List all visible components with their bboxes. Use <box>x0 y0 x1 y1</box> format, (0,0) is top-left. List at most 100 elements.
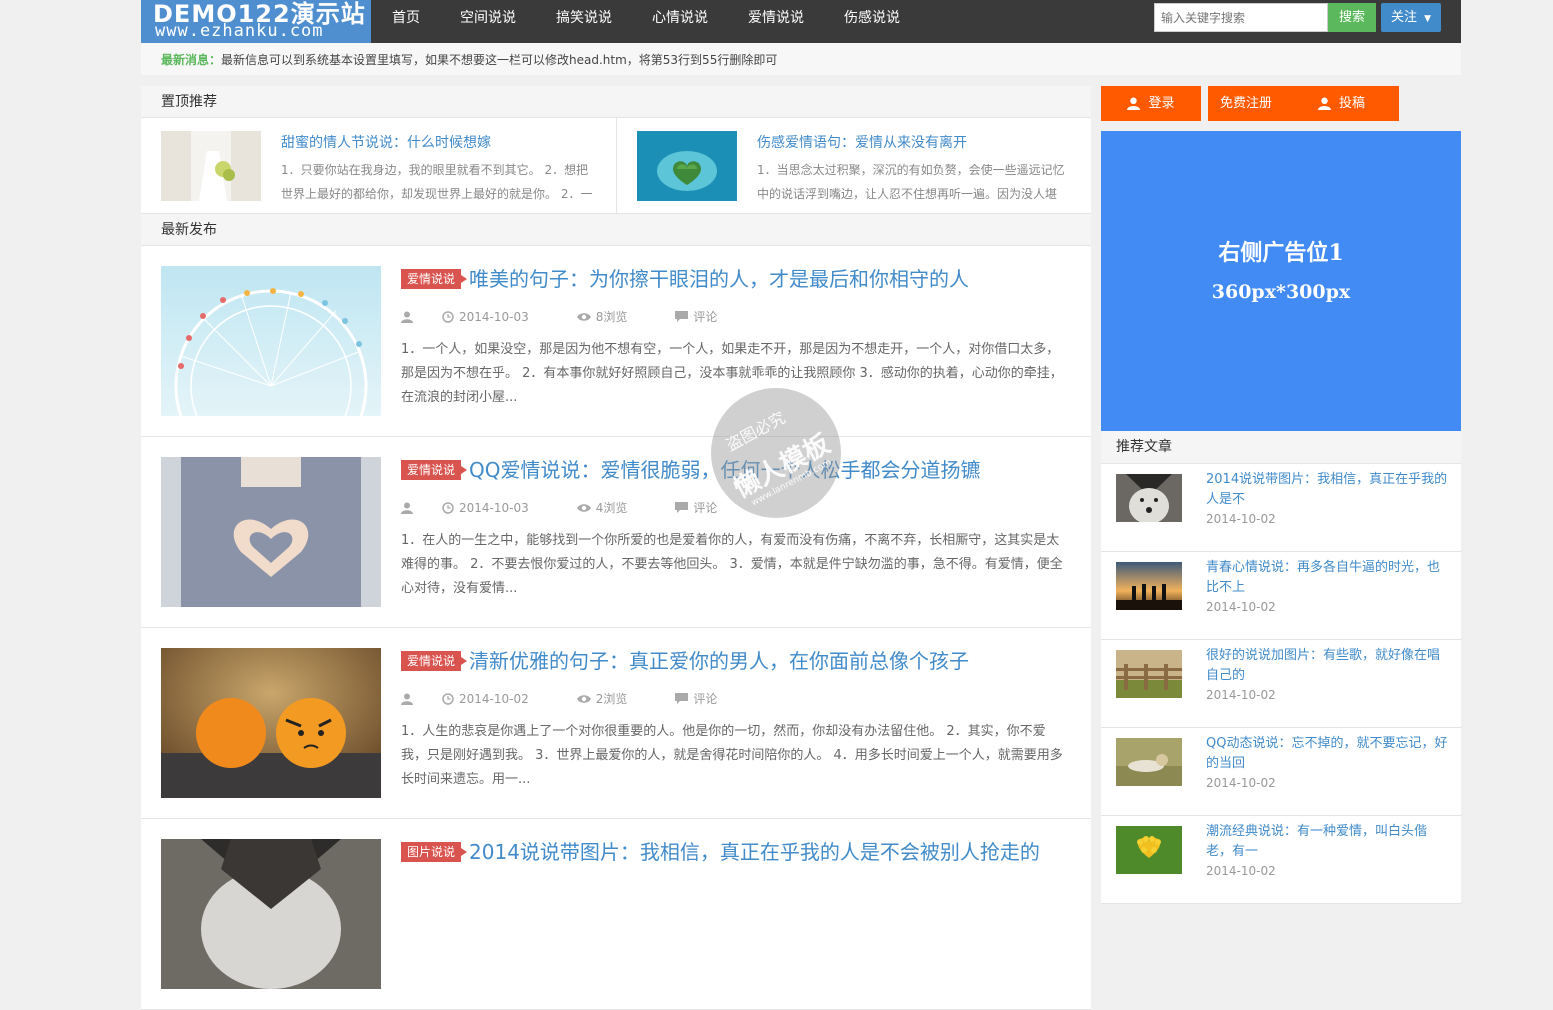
site-logo[interactable]: DEMO122演示站 www.ezhanku.com <box>141 0 371 43</box>
ad-title: 右侧广告位1 <box>1218 240 1344 266</box>
main-nav: 首页 空间说说 搞笑说说 心情说说 爱情说说 伤感说说 <box>371 0 920 43</box>
latest-posts-title: 最新发布 <box>141 214 1091 246</box>
recommended-item: 青春心情说说：再多各自牛逼的时光，也比不上 2014-10-02 <box>1101 552 1461 640</box>
recommended-item-date: 2014-10-02 <box>1206 512 1276 526</box>
post-thumbnail[interactable] <box>161 839 381 989</box>
article-thumbnail[interactable] <box>1116 738 1182 786</box>
sidebar-ad-slot[interactable]: 右侧广告位1 360px*300px <box>1101 131 1461 431</box>
main-column: 置顶推荐 甜蜜的情人节说说：什么时候想嫁 1．只要你站在我身边，我的眼里就看不到… <box>141 86 1091 1010</box>
top-recommend-item-title[interactable]: 伤感爱情语句：爱情从来没有离开 <box>757 132 967 152</box>
post-date: 2014-10-03 <box>459 500 529 515</box>
article-thumbnail[interactable] <box>1116 826 1182 874</box>
top-recommend-title: 置顶推荐 <box>141 86 1091 118</box>
comments-meta[interactable]: 评论 <box>675 308 741 325</box>
post-header: 爱情说说 清新优雅的句子：真正爱你的男人，在你面前总像个孩子 <box>401 648 1071 675</box>
nav-home[interactable]: 首页 <box>371 0 440 43</box>
register-label: 免费注册 <box>1219 96 1272 111</box>
post-title[interactable]: 2014说说带图片：我相信，真正在乎我的人是不会被别人抢走的 <box>469 840 1040 864</box>
eye-icon <box>576 312 591 321</box>
search-input[interactable] <box>1154 3 1328 32</box>
date-meta: 2014-10-03 <box>442 501 553 515</box>
eye-icon <box>576 694 591 703</box>
post-thumbnail[interactable] <box>161 648 381 798</box>
nav-funny[interactable]: 搞笑说说 <box>536 0 632 43</box>
post-category-tag[interactable]: 爱情说说 <box>401 460 468 480</box>
follow-button[interactable]: 关注 ▼ <box>1381 3 1441 32</box>
post-item: 图片说说 2014说说带图片：我相信，真正在乎我的人是不会被别人抢走的 <box>141 819 1091 1010</box>
top-recommend-item-title[interactable]: 甜蜜的情人节说说：什么时候想嫁 <box>281 132 491 152</box>
recommended-item-title[interactable]: 青春心情说说：再多各自牛逼的时光，也比不上 <box>1206 558 1451 598</box>
post-item: 爱情说说 唯美的句子：为你擦干眼泪的人，才是最后和你相守的人 2014-10-03… <box>141 246 1091 437</box>
nav-space[interactable]: 空间说说 <box>440 0 536 43</box>
auth-buttons: 登录 免费注册 投稿 <box>1101 86 1461 121</box>
author-meta[interactable] <box>401 311 418 323</box>
post-excerpt: 1．人生的悲哀是你遇上了一个对你很重要的人。他是你的一切，然而，你却没有办法留住… <box>401 724 1063 787</box>
post-comments: 评论 <box>693 501 718 515</box>
register-button[interactable]: 免费注册 <box>1208 86 1284 121</box>
logo-url: www.ezhanku.com <box>155 21 324 41</box>
recommended-item-title[interactable]: 很好的说说加图片：有些歌，就好像在唱自己的 <box>1206 646 1451 686</box>
nav-love[interactable]: 爱情说说 <box>728 0 824 43</box>
views-meta: 4浏览 <box>576 499 652 516</box>
user-icon <box>401 693 413 705</box>
nav-mood[interactable]: 心情说说 <box>632 0 728 43</box>
post-views: 2浏览 <box>595 692 628 706</box>
watermark-badge: 盗图必究 懒人模板 www.lanrenmb.com <box>711 388 841 518</box>
top-recommend-item: 伤感爱情语句：爱情从来没有离开 1．当思念太过积聚，深沉的有如负赘，会使一些遥远… <box>616 118 1091 214</box>
date-meta: 2014-10-02 <box>442 692 553 706</box>
post-date: 2014-10-03 <box>459 309 529 324</box>
post-excerpt: 1．在人的一生之中，能够找到一个你所爱的也是爱着你的人，有爱而没有伤痛，不离不弃… <box>401 533 1063 596</box>
caret-down-icon: ▼ <box>1424 14 1432 24</box>
views-meta: 8浏览 <box>576 308 652 325</box>
user-icon <box>1127 97 1141 110</box>
recommended-item-date: 2014-10-02 <box>1206 688 1276 702</box>
author-meta[interactable] <box>401 502 418 514</box>
top-header: DEMO122演示站 www.ezhanku.com 首页 空间说说 搞笑说说 … <box>141 0 1461 43</box>
login-button[interactable]: 登录 <box>1101 86 1201 121</box>
recommended-item-title[interactable]: 潮流经典说说：有一种爱情，叫白头偕老，有一 <box>1206 822 1451 862</box>
user-icon <box>401 502 413 514</box>
comments-meta[interactable]: 评论 <box>675 690 741 707</box>
comments-meta[interactable]: 评论 <box>675 499 741 516</box>
post-thumbnail[interactable] <box>161 131 261 201</box>
post-item: 爱情说说 QQ爱情说说：爱情很脆弱，任何一个人松手都会分道扬镳 2014-10-0… <box>141 437 1091 628</box>
date-meta: 2014-10-03 <box>442 310 553 324</box>
login-label: 登录 <box>1148 96 1175 111</box>
recommended-item: 潮流经典说说：有一种爱情，叫白头偕老，有一 2014-10-02 <box>1101 816 1461 904</box>
user-icon <box>401 311 413 323</box>
post-header: 爱情说说 唯美的句子：为你擦干眼泪的人，才是最后和你相守的人 <box>401 266 1071 293</box>
post-thumbnail[interactable] <box>161 457 381 607</box>
search-button[interactable]: 搜索 <box>1328 3 1376 32</box>
top-recommend-item-desc: 1．只要你站在我身边，我的眼里就看不到其它。 2．想把世界上最好的都给你，却发现… <box>281 163 593 201</box>
comment-icon <box>675 311 689 322</box>
post-meta: 2014-10-02 2浏览 评论 <box>401 690 765 707</box>
comment-icon <box>675 693 689 704</box>
post-title[interactable]: 清新优雅的句子：真正爱你的男人，在你面前总像个孩子 <box>469 649 969 673</box>
nav-sad[interactable]: 伤感说说 <box>824 0 920 43</box>
post-thumbnail[interactable] <box>161 266 381 416</box>
news-text: 最新信息可以到系统基本设置里填写，如果不想要这一栏可以修改head.htm，将第… <box>221 53 778 67</box>
post-category-tag[interactable]: 爱情说说 <box>401 651 468 671</box>
news-bar: 最新消息：最新信息可以到系统基本设置里填写，如果不想要这一栏可以修改head.h… <box>141 43 1461 75</box>
post-title[interactable]: 唯美的句子：为你擦干眼泪的人，才是最后和你相守的人 <box>469 267 969 291</box>
author-meta[interactable] <box>401 693 418 705</box>
post-thumbnail[interactable] <box>637 131 737 201</box>
article-thumbnail[interactable] <box>1116 474 1182 522</box>
article-thumbnail[interactable] <box>1116 562 1182 610</box>
submit-post-label: 投稿 <box>1338 96 1365 111</box>
post-item: 爱情说说 清新优雅的句子：真正爱你的男人，在你面前总像个孩子 2014-10-02… <box>141 628 1091 819</box>
post-comments: 评论 <box>693 692 718 706</box>
recommended-item: QQ动态说说：忘不掉的，就不要忘记，好的当回 2014-10-02 <box>1101 728 1461 816</box>
recommended-item-title[interactable]: 2014说说带图片：我相信，真正在乎我的人是不 <box>1206 470 1451 510</box>
post-category-tag[interactable]: 图片说说 <box>401 842 468 862</box>
post-meta: 2014-10-03 4浏览 评论 <box>401 499 765 516</box>
clock-icon <box>442 310 454 323</box>
clock-icon <box>442 501 454 514</box>
submit-post-button[interactable]: 投稿 <box>1284 86 1399 121</box>
article-thumbnail[interactable] <box>1116 650 1182 698</box>
recommended-item-title[interactable]: QQ动态说说：忘不掉的，就不要忘记，好的当回 <box>1206 734 1451 774</box>
search-box: 搜索 <box>1154 3 1376 32</box>
recommended-articles: 推荐文章 2014说说带图片：我相信，真正在乎我的人是不 2014-10-02 … <box>1101 431 1461 904</box>
ad-size: 360px*300px <box>1211 281 1351 303</box>
post-category-tag[interactable]: 爱情说说 <box>401 269 468 289</box>
